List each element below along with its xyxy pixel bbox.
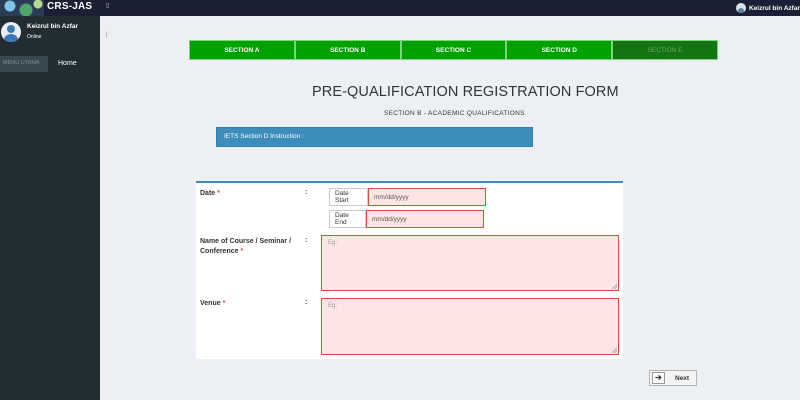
user-menu[interactable]: Keizrul bin Azfar xyxy=(735,0,800,16)
date-label: Date * xyxy=(200,189,220,199)
user-panel: Keizrul bin Azfar Online xyxy=(0,20,100,50)
venue-label-text: Venue xyxy=(200,300,221,307)
logo-image xyxy=(0,0,44,16)
page-title: PRE-QUALIFICATION REGISTRATION FORM xyxy=(312,84,619,100)
date-start-label: Date Start xyxy=(329,188,368,206)
app-logo[interactable]: CRS-JAS xyxy=(0,0,100,16)
next-button[interactable]: ➔ Next xyxy=(649,370,697,386)
date-start-input[interactable]: mm/dd/yyyy xyxy=(368,188,486,206)
tab-section-d[interactable]: SECTION D xyxy=(506,40,613,60)
form-box: Date * : Date Start mm/dd/yyyy Date End … xyxy=(196,181,623,359)
user-avatar-icon xyxy=(735,3,746,13)
tab-section-c[interactable]: SECTION C xyxy=(400,40,507,60)
sidebar-user-name: Keizrul bin Azfar xyxy=(27,23,79,30)
resize-grip-icon[interactable] xyxy=(612,284,617,289)
course-label-text: Name of Course / Seminar / Conference xyxy=(200,238,292,255)
venue-textarea[interactable]: Eg: xyxy=(321,298,619,355)
top-user-name: Keizrul bin Azfar xyxy=(748,4,800,12)
user-avatar-icon xyxy=(1,22,21,42)
date-end-input[interactable]: mm/dd/yyyy xyxy=(366,210,484,228)
top-navbar: CRS-JAS ▯ Keizrul bin Azfar xyxy=(0,0,800,16)
next-button-label: Next xyxy=(675,374,690,382)
course-textarea[interactable]: Eg: xyxy=(321,235,619,291)
menu-search-input[interactable]: MENU UTAMA xyxy=(0,56,48,72)
section-tabs: SECTION A SECTION B SECTION C SECTION D … xyxy=(189,40,718,60)
menu-icon[interactable]: ▯ xyxy=(106,2,109,9)
date-label-text: Date xyxy=(200,190,216,197)
user-status: Online xyxy=(27,34,42,40)
tab-section-b[interactable]: SECTION B xyxy=(294,40,401,60)
tab-section-a[interactable]: SECTION A xyxy=(189,40,295,60)
required-mark: * xyxy=(222,300,226,307)
section-subtitle: SECTION B - ACADEMIC QUALIFICATIONS xyxy=(384,110,525,117)
date-end-label: Date End xyxy=(329,210,366,228)
sidebar: Keizrul bin Azfar Online MENU UTAMA Home xyxy=(0,16,100,400)
instruction-banner: IETS Section D Instruction : xyxy=(216,127,533,147)
venue-label: Venue * xyxy=(200,299,225,309)
colon: : xyxy=(305,189,308,196)
required-mark: * xyxy=(240,248,244,255)
tab-section-e: SECTION E xyxy=(612,40,718,60)
arrow-right-icon: ➔ xyxy=(652,372,665,384)
required-mark: * xyxy=(217,190,220,197)
colon: : xyxy=(305,299,308,306)
course-label: Name of Course / Seminar / Conference * xyxy=(200,237,300,257)
breadcrumb: | xyxy=(106,32,108,38)
sidebar-item-home[interactable]: Home xyxy=(58,60,77,67)
app-title: CRS-JAS xyxy=(47,1,93,12)
venue-placeholder: Eg: xyxy=(328,303,338,309)
colon: : xyxy=(305,237,308,244)
course-placeholder: Eg: xyxy=(328,240,338,246)
resize-grip-icon[interactable] xyxy=(612,348,617,353)
